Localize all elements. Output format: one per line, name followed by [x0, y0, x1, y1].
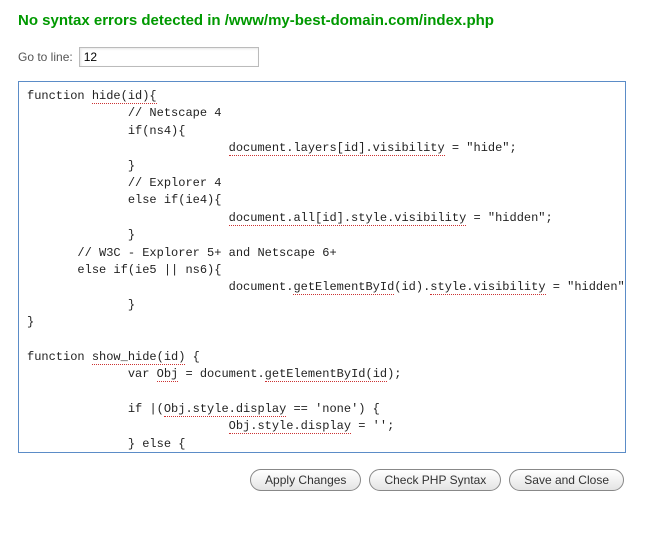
code-line: function hide(id){	[27, 88, 617, 105]
spellcheck-underline: getElementById	[293, 280, 394, 295]
code-line: }	[27, 227, 617, 244]
code-line: }	[27, 314, 617, 331]
code-line: // Explorer 4	[27, 175, 617, 192]
code-line: }	[27, 297, 617, 314]
code-line: if(ns4){	[27, 123, 617, 140]
code-line: } else {	[27, 436, 617, 453]
code-line: else if(ie5 || ns6){	[27, 262, 617, 279]
code-line	[27, 331, 617, 348]
spellcheck-underline: style.visibility	[430, 280, 545, 295]
check-php-syntax-button[interactable]: Check PHP Syntax	[369, 469, 501, 491]
spellcheck-underline: Obj	[157, 367, 179, 382]
button-row: Apply Changes Check PHP Syntax Save and …	[18, 469, 632, 491]
spellcheck-underline: hide(id){	[92, 89, 157, 104]
spellcheck-underline: getElementById(id	[265, 367, 387, 382]
code-line: function show_hide(id) {	[27, 349, 617, 366]
code-line: document.all[id].style.visibility = "hid…	[27, 210, 617, 227]
apply-changes-button[interactable]: Apply Changes	[250, 469, 361, 491]
text-cursor: |	[149, 402, 156, 416]
code-line: document.getElementById(id).style.visibi…	[27, 279, 617, 296]
code-line: else if(ie4){	[27, 192, 617, 209]
code-line: Obj.style.display = '';	[27, 418, 617, 435]
status-message: No syntax errors detected in /www/my-bes…	[18, 12, 632, 29]
spellcheck-underline: document.layers[id].visibility	[229, 141, 445, 156]
code-line: // Netscape 4	[27, 105, 617, 122]
goto-line-input[interactable]	[79, 47, 259, 67]
code-line	[27, 384, 617, 401]
spellcheck-underline: Obj.style.display	[164, 402, 286, 417]
code-line: if |(Obj.style.display == 'none') {	[27, 401, 617, 418]
code-line: }	[27, 158, 617, 175]
spellcheck-underline: document.all[id].style.visibility	[229, 211, 467, 226]
goto-line-row: Go to line:	[18, 47, 632, 67]
code-line: document.layers[id].visibility = "hide";	[27, 140, 617, 157]
code-editor[interactable]: function hide(id){ // Netscape 4 if(ns4)…	[18, 81, 626, 453]
spellcheck-underline: show_hide(id)	[92, 350, 186, 365]
code-line: var Obj = document.getElementById(id);	[27, 366, 617, 383]
goto-line-label: Go to line:	[18, 50, 73, 64]
save-and-close-button[interactable]: Save and Close	[509, 469, 624, 491]
code-line: // W3C - Explorer 5+ and Netscape 6+	[27, 245, 617, 262]
spellcheck-underline: Obj.style.display	[229, 419, 351, 434]
